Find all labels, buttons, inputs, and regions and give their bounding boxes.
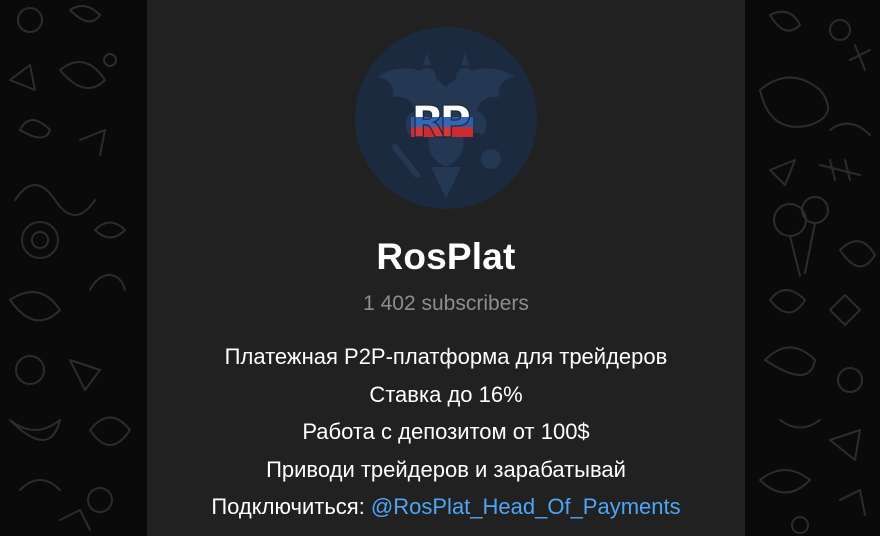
contact-prefix: Подключиться: bbox=[211, 494, 371, 519]
description-line: Ставка до 16% bbox=[369, 381, 523, 407]
chat-background: R P R P RosPlat 1 402 subscribers Платеж… bbox=[0, 0, 880, 536]
description-line: Приводи трейдеров и зарабатывай bbox=[266, 456, 626, 482]
channel-title: RosPlat bbox=[376, 236, 516, 277]
channel-description: Платежная P2P-платформа для трейдеров Ст… bbox=[147, 338, 745, 526]
double-headed-eagle-logo-icon: R P R P bbox=[355, 27, 537, 209]
svg-text:P: P bbox=[439, 97, 471, 148]
contact-username-link[interactable]: @RosPlat_Head_Of_Payments bbox=[371, 494, 681, 519]
subscriber-count: 1 402 subscribers bbox=[363, 292, 529, 315]
channel-avatar[interactable]: R P R P bbox=[355, 27, 537, 209]
channel-info-card: R P R P RosPlat 1 402 subscribers Платеж… bbox=[147, 0, 745, 536]
contact-line: Подключиться: @RosPlat_Head_Of_Payments bbox=[147, 488, 745, 526]
description-line: Платежная P2P-платформа для трейдеров bbox=[224, 344, 668, 369]
description-line: Работа с депозитом от 100$ bbox=[302, 419, 590, 444]
